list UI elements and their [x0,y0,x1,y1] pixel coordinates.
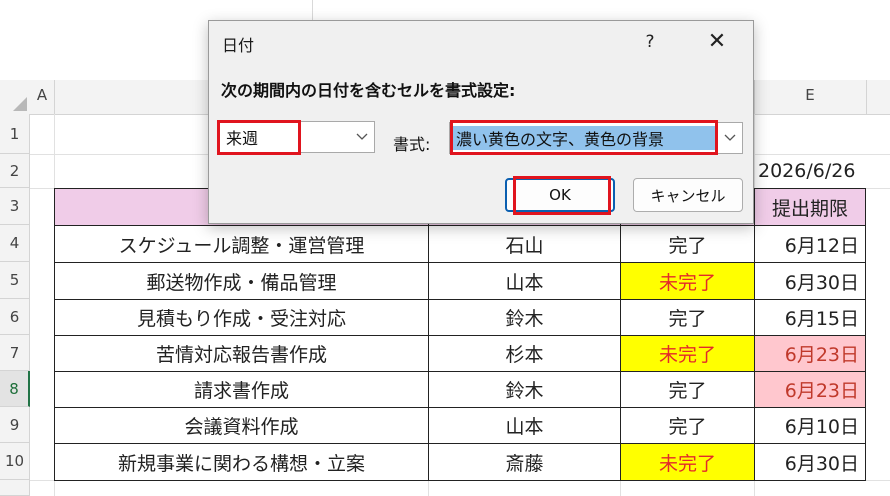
period-dropdown[interactable]: 来週 [219,121,375,153]
task-cell[interactable]: 新規事業に関わる構想・立案 [54,443,429,481]
column-header-a[interactable]: A [30,80,55,114]
status-cell[interactable]: 完了 [620,371,755,408]
task-cell[interactable]: 見積もり作成・受注対応 [54,299,429,336]
row-header[interactable] [0,480,30,496]
row-header[interactable]: 2 [0,154,30,188]
format-value: 濃い黄色の文字、黄色の背景 [456,130,665,149]
column-header-e[interactable]: E [754,80,867,114]
dialog-prompt: 次の期間内の日付を含むセルを書式設定: [221,81,516,100]
due-cell[interactable]: 6月10日 [754,407,866,444]
person-cell[interactable]: 山本 [428,407,621,444]
date-format-dialog: 日付 ? ✕ 次の期間内の日付を含むセルを書式設定: 来週 書式: 濃い黄色の文… [208,20,754,224]
select-all-corner[interactable] [0,80,30,114]
due-cell-highlighted[interactable]: 6月23日 [754,335,866,372]
row-header[interactable]: 5 [0,262,30,299]
cancel-button[interactable]: キャンセル [633,178,743,212]
task-cell[interactable]: 請求書作成 [54,371,429,408]
help-icon[interactable]: ? [637,29,663,55]
task-cell[interactable]: 会議資料作成 [54,407,429,444]
task-cell[interactable]: 郵送物作成・備品管理 [54,262,429,300]
dialog-title: 日付 [222,36,255,55]
person-cell[interactable]: 石山 [428,225,621,263]
task-cell[interactable]: スケジュール調整・運営管理 [54,225,429,263]
due-cell[interactable]: 6月15日 [754,299,866,336]
ok-button[interactable]: OK [505,178,615,212]
status-cell-incomplete[interactable]: 未完了 [620,443,755,481]
person-cell[interactable]: 杉本 [428,335,621,372]
status-cell-incomplete[interactable]: 未完了 [620,335,755,372]
task-cell[interactable]: 苦情対応報告書作成 [54,335,429,372]
chevron-down-icon[interactable] [718,123,742,153]
row-header[interactable]: 10 [0,443,30,480]
person-cell[interactable]: 山本 [428,262,621,300]
date-cell[interactable]: 2026/6/26 [754,154,890,188]
due-cell[interactable]: 6月30日 [754,262,866,300]
format-dropdown[interactable]: 濃い黄色の文字、黄色の背景 [449,122,743,154]
status-cell[interactable]: 完了 [620,225,755,263]
status-cell[interactable]: 完了 [620,407,755,444]
person-cell[interactable]: 斎藤 [428,443,621,481]
due-cell[interactable]: 6月30日 [754,443,866,481]
person-cell[interactable]: 鈴木 [428,371,621,408]
row-header-selected[interactable]: 8 [0,371,30,407]
row-header[interactable]: 7 [0,335,30,371]
row-header[interactable]: 4 [0,225,30,262]
row-header[interactable]: 1 [0,114,30,154]
row-header[interactable]: 3 [0,188,30,225]
status-cell[interactable]: 完了 [620,299,755,336]
row-header[interactable]: 6 [0,299,30,335]
due-cell-highlighted[interactable]: 6月23日 [754,371,866,408]
format-label: 書式: [393,135,431,154]
chevron-down-icon[interactable] [350,122,374,152]
close-icon[interactable]: ✕ [703,29,731,57]
row-header[interactable]: 9 [0,407,30,443]
person-cell[interactable]: 鈴木 [428,299,621,336]
period-value: 来週 [226,129,259,148]
header-cell-due[interactable]: 提出期限 [754,188,866,226]
status-cell-incomplete[interactable]: 未完了 [620,262,755,300]
due-cell[interactable]: 6月12日 [754,225,866,263]
